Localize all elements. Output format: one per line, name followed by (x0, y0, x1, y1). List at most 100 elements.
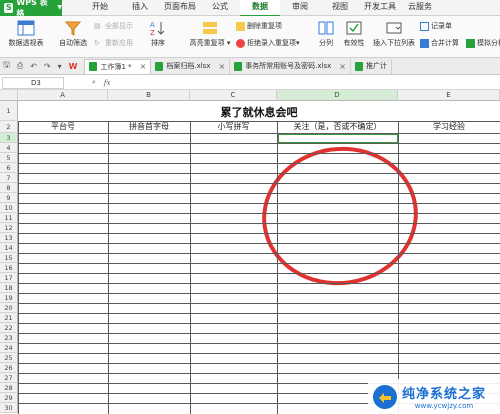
print-icon[interactable]: ⎙ (17, 61, 23, 71)
highlight-duplicates-button[interactable]: 高亮重复项 ▾ (186, 20, 234, 48)
reject-duplicates-button[interactable]: 拒绝录入重复项 ▾ (236, 38, 300, 48)
row-header[interactable]: 25 (0, 353, 18, 363)
menu-bar: S WPS 表格 ▼ 开始 插入 页面布局 公式 数据 审阅 视图 开发工具 云服务 (0, 0, 500, 18)
save-icon[interactable]: 🖫 (3, 59, 10, 73)
row-header[interactable]: 19 (0, 293, 18, 303)
reapply-button[interactable]: ↻ 重新应用 (94, 38, 133, 48)
sheet-title[interactable]: 累了就休息会吧 (18, 106, 500, 120)
tab-promotion[interactable]: 推广计 (351, 58, 392, 74)
menu-tab[interactable]: 公式 (200, 0, 240, 17)
row-header[interactable]: 26 (0, 363, 18, 373)
svg-text:A: A (150, 21, 155, 29)
row-header[interactable]: 7 (0, 173, 18, 183)
annotation-circle (253, 136, 427, 296)
row-header[interactable]: 10 (0, 203, 18, 213)
close-icon[interactable]: × (339, 62, 346, 71)
sort-button[interactable]: AZ 排序 (144, 20, 172, 48)
header-cell[interactable]: 小写拼写 (190, 121, 277, 133)
pivot-table-button[interactable]: 数据透视表 (6, 20, 46, 48)
row-header[interactable]: 27 (0, 373, 18, 383)
app-menu-button[interactable]: S WPS 表格 ▼ (0, 0, 62, 18)
zoom-icon[interactable]: ⌕ (92, 78, 96, 87)
row-header[interactable]: 22 (0, 323, 18, 333)
row-header[interactable]: 3 (0, 133, 18, 143)
row-header[interactable]: 24 (0, 343, 18, 353)
grid-row-line (18, 183, 500, 184)
grid-row-line (18, 353, 500, 354)
grid-row-line (18, 243, 500, 244)
insert-dropdown-list-button[interactable]: 插入下拉列表 (370, 20, 418, 48)
row-header[interactable]: 17 (0, 273, 18, 283)
consolidate-button[interactable]: 合并计算 (420, 38, 459, 48)
remove-duplicates-button[interactable]: 删除重复项 (236, 21, 282, 31)
select-all-corner[interactable] (0, 90, 18, 101)
split-columns-button[interactable]: 分列 (314, 20, 338, 48)
row-header[interactable]: 5 (0, 153, 18, 163)
validity-button[interactable]: 有效性 (340, 20, 368, 48)
tab-archive[interactable]: 档案归档.xlsx × (151, 58, 231, 74)
fx-icon[interactable]: fx (104, 79, 111, 87)
row-header[interactable]: 4 (0, 143, 18, 153)
header-cell[interactable]: 关注（是，否或不确定） (277, 121, 398, 133)
column-header[interactable]: E (398, 90, 500, 101)
row-header[interactable]: 29 (0, 393, 18, 403)
header-cell[interactable]: 拼音首字母 (108, 121, 190, 133)
row-header[interactable]: 14 (0, 243, 18, 253)
row-header[interactable]: 30 (0, 403, 18, 413)
row-header[interactable]: 16 (0, 263, 18, 273)
column-header[interactable]: D (277, 90, 398, 101)
row-header[interactable]: 15 (0, 253, 18, 263)
spreadsheet-file-icon (155, 61, 164, 71)
menu-tab[interactable]: 审阅 (280, 0, 320, 17)
header-cell[interactable]: 学习经验 (398, 121, 500, 133)
row-header[interactable]: 8 (0, 183, 18, 193)
wps-w-icon: W (68, 61, 78, 71)
row-header[interactable]: 28 (0, 383, 18, 393)
watermark-logo-icon (373, 384, 397, 409)
row-header[interactable]: 9 (0, 193, 18, 203)
tab-accounts[interactable]: 事务所常用账号及密码.xlsx × (230, 58, 351, 74)
grid-column-line (277, 121, 278, 414)
chevron-down-icon[interactable]: ▾ (58, 62, 62, 71)
column-header[interactable]: A (18, 90, 108, 101)
undo-icon[interactable]: ↶ (30, 62, 37, 71)
name-box[interactable]: D3 (2, 76, 64, 89)
document-tabs-bar: 🖫 ⎙ ↶ ↷ ▾ W 工作簿1 * × 档案归档.xlsx × 事务所常用账号… (0, 58, 500, 75)
show-all-button[interactable]: ▤ 全部显示 (94, 21, 133, 31)
menu-tab[interactable]: 视图 (320, 0, 360, 17)
autofilter-button[interactable]: 自动筛选 (56, 20, 90, 48)
row-header[interactable]: 20 (0, 303, 18, 313)
row-header[interactable]: 18 (0, 283, 18, 293)
row-header[interactable]: 23 (0, 333, 18, 343)
formula-bar: D3 ⌕ fx (0, 76, 500, 90)
formula-input[interactable] (118, 77, 500, 89)
menu-tab[interactable]: 开发工具 (360, 0, 400, 17)
row-header[interactable]: 2 (0, 121, 18, 133)
column-header[interactable]: B (108, 90, 190, 101)
row-header[interactable]: 6 (0, 163, 18, 173)
grid-row-line (18, 343, 500, 344)
menu-tab[interactable]: 云服务 (400, 0, 440, 17)
close-icon[interactable]: × (218, 62, 225, 71)
grid-column-line (398, 121, 399, 414)
close-icon[interactable]: × (140, 62, 147, 71)
grid-row-line (18, 213, 500, 214)
row-header[interactable]: 13 (0, 233, 18, 243)
row-header[interactable]: 21 (0, 313, 18, 323)
menu-tab[interactable]: 开始 (80, 0, 120, 17)
simulate-analysis-button[interactable]: 模拟分析 (466, 38, 500, 48)
menu-tab[interactable]: 页面布局 (160, 0, 200, 17)
grid-row-line (18, 283, 500, 284)
column-header[interactable]: C (190, 90, 277, 101)
record-sheet-button[interactable]: 记录单 (420, 21, 452, 31)
row-header[interactable]: 11 (0, 213, 18, 223)
header-cell[interactable]: 平台号 (18, 121, 108, 133)
tab-workbook1[interactable]: 工作簿1 * × (84, 58, 152, 74)
grid-row-line (18, 273, 500, 274)
row-header[interactable]: 12 (0, 223, 18, 233)
menu-tab[interactable]: 插入 (120, 0, 160, 17)
watermark-url: www.ycwjzy.com (414, 402, 474, 410)
row-header[interactable]: 1 (0, 101, 18, 121)
redo-icon[interactable]: ↷ (44, 62, 51, 71)
menu-tab[interactable]: 数据 (240, 0, 280, 17)
